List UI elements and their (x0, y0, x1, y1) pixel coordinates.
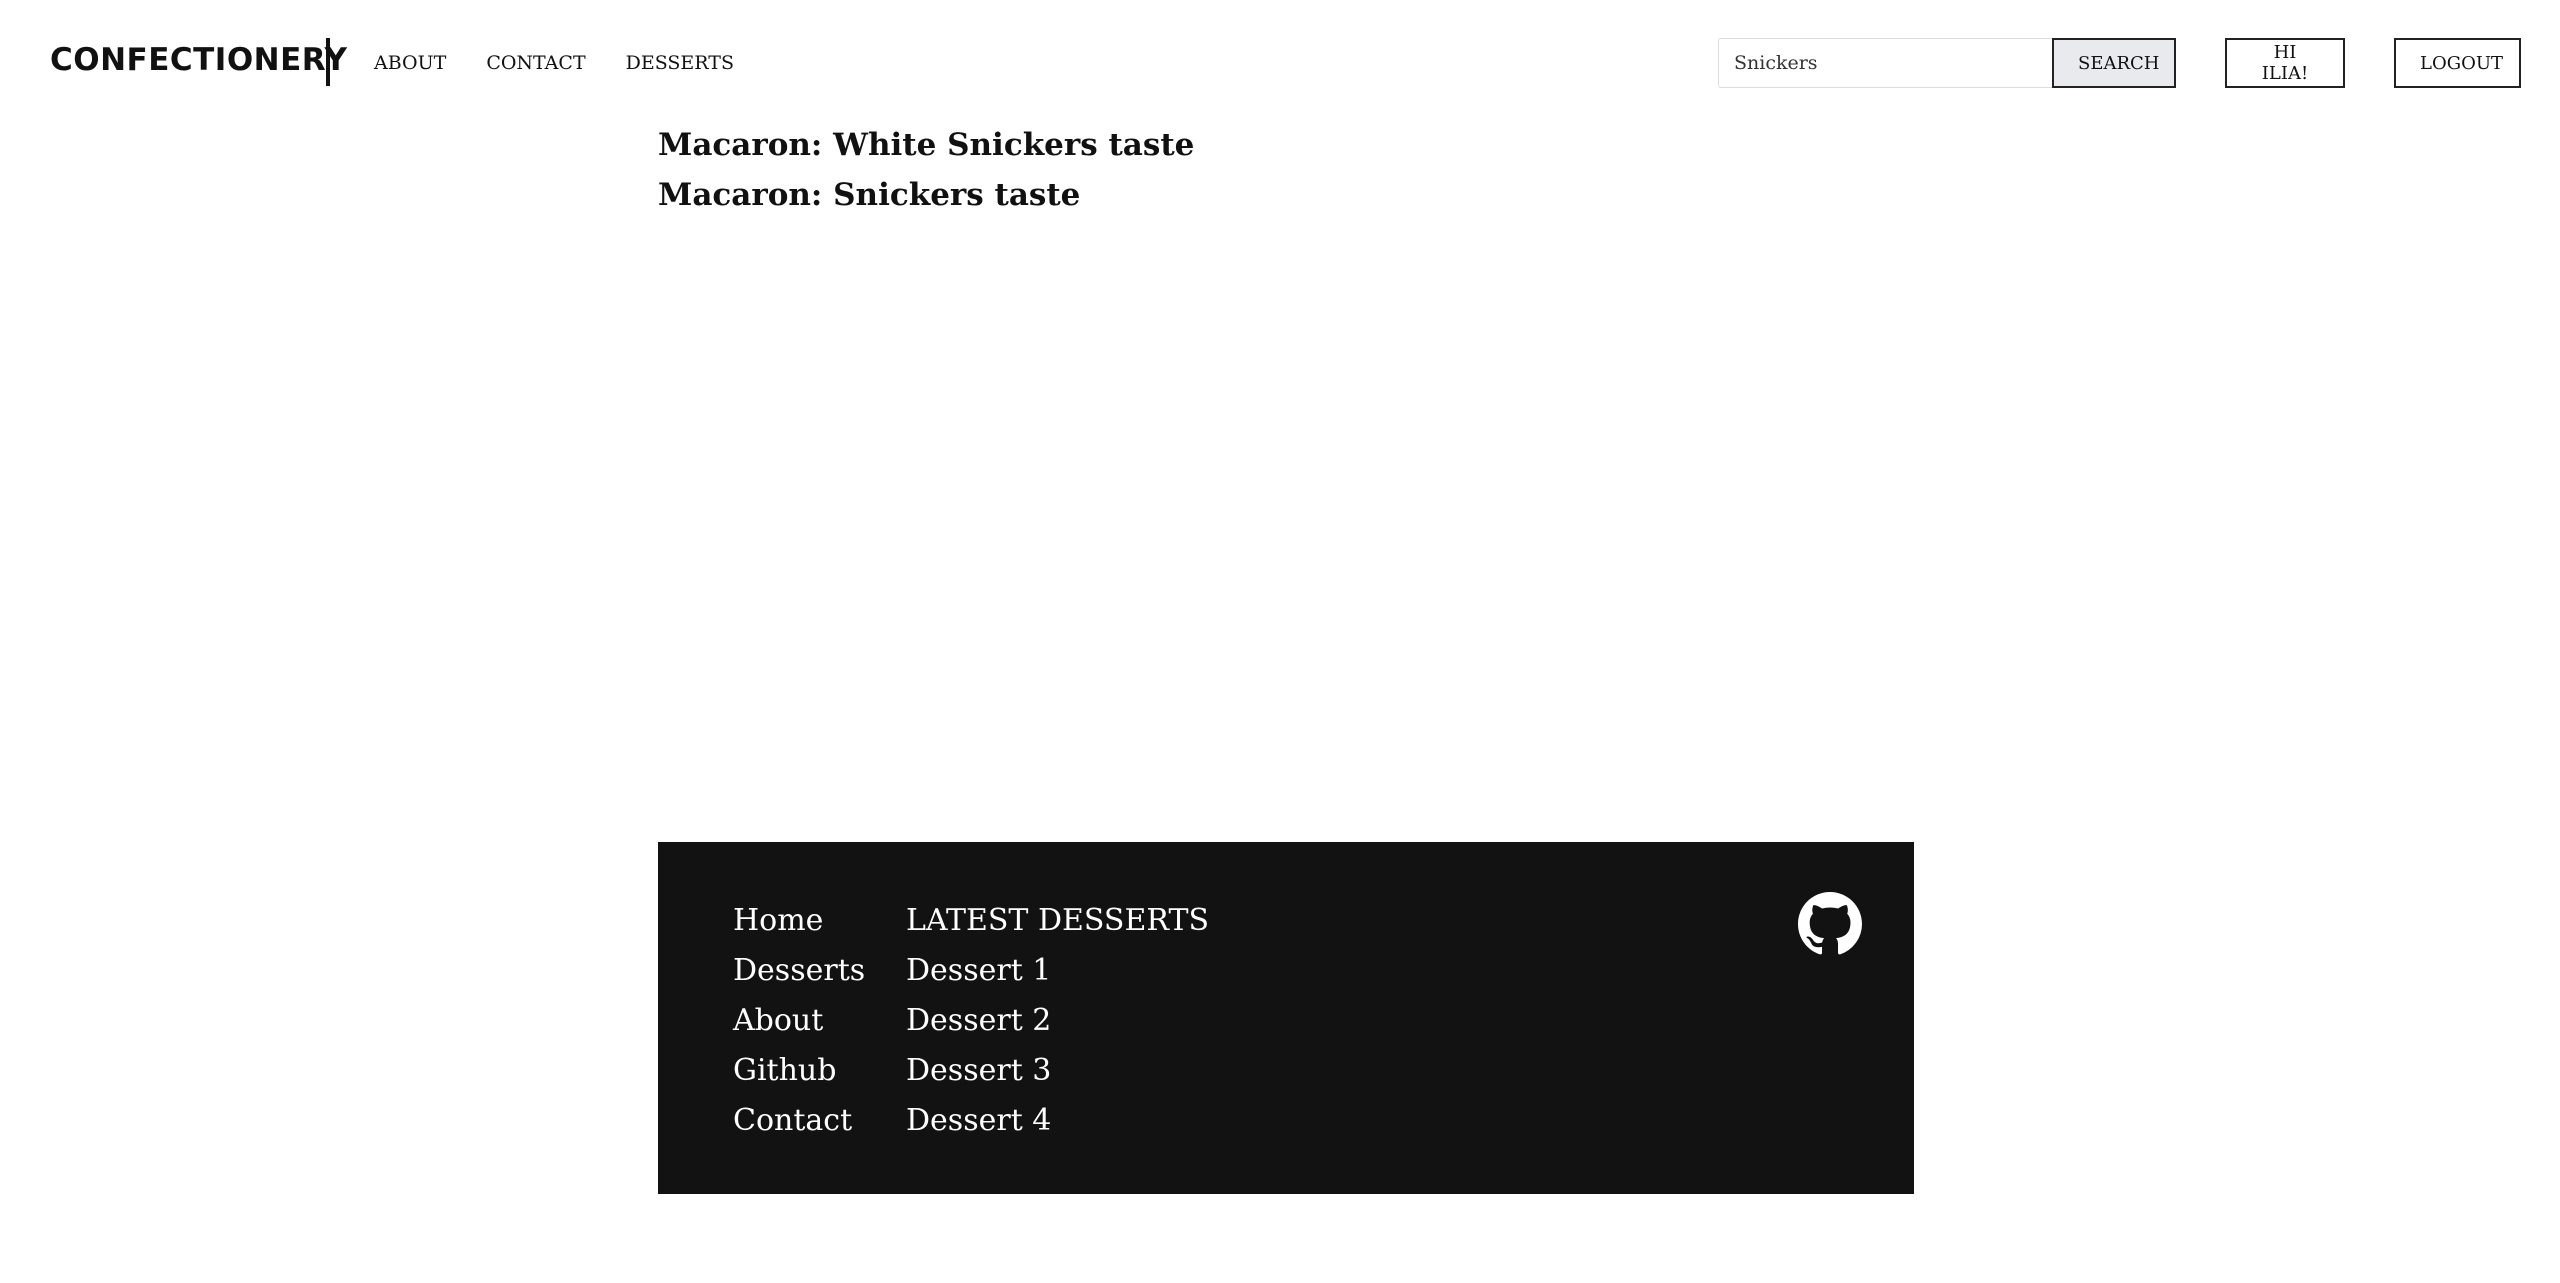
footer-links: Home Desserts About Github Contact (733, 896, 865, 1146)
github-icon[interactable] (1798, 892, 1862, 956)
footer-latest-desserts: LATEST DESSERTS Dessert 1 Dessert 2 Dess… (906, 896, 1209, 1146)
footer-link-github[interactable]: Github (733, 1046, 865, 1096)
nav-link-about[interactable]: ABOUT (374, 48, 446, 78)
footer-link-desserts[interactable]: Desserts (733, 946, 865, 996)
latest-dessert-link[interactable]: Dessert 2 (906, 996, 1209, 1046)
result-item[interactable]: Macaron: White Snickers taste (658, 120, 1912, 170)
search-input[interactable] (1718, 38, 2052, 88)
main-nav: ABOUT CONTACT DESSERTS (374, 48, 734, 78)
user-greeting-button[interactable]: HI ILIA! (2225, 38, 2345, 88)
site-header: CONFECTIONERY ABOUT CONTACT DESSERTS SEA… (0, 0, 2560, 120)
footer-link-about[interactable]: About (733, 996, 865, 1046)
footer-link-home[interactable]: Home (733, 896, 865, 946)
site-footer: Home Desserts About Github Contact LATES… (658, 842, 1914, 1194)
latest-dessert-link[interactable]: Dessert 1 (906, 946, 1209, 996)
search-button[interactable]: SEARCH (2052, 38, 2176, 88)
search-form: SEARCH (1718, 38, 2176, 88)
result-item[interactable]: Macaron: Snickers taste (658, 170, 1912, 220)
nav-link-desserts[interactable]: DESSERTS (626, 48, 734, 78)
brand-logo[interactable]: CONFECTIONERY (50, 38, 347, 82)
footer-link-contact[interactable]: Contact (733, 1096, 865, 1146)
brand-divider (326, 38, 330, 86)
latest-dessert-link[interactable]: Dessert 4 (906, 1096, 1209, 1146)
latest-dessert-link[interactable]: Dessert 3 (906, 1046, 1209, 1096)
logout-button[interactable]: LOGOUT (2394, 38, 2521, 88)
search-results: Macaron: White Snickers taste Macaron: S… (658, 120, 1912, 220)
latest-desserts-heading: LATEST DESSERTS (906, 903, 1210, 938)
nav-link-contact[interactable]: CONTACT (486, 48, 585, 78)
